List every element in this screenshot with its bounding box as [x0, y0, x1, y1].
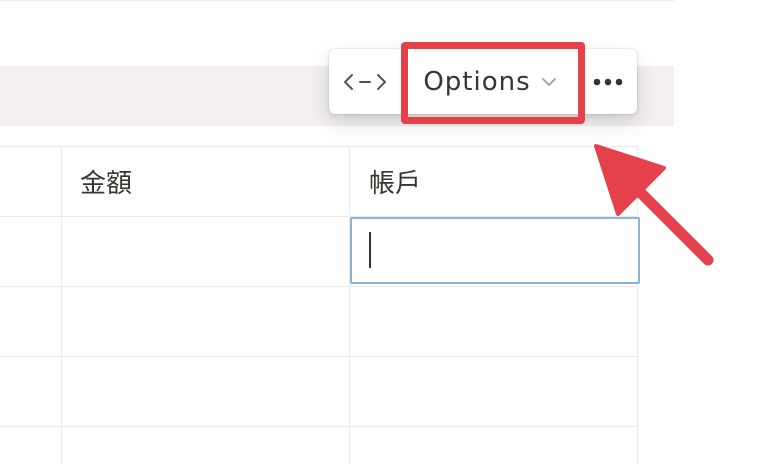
table-toolbar: Options	[329, 49, 637, 114]
options-button-content: Options	[423, 67, 556, 97]
options-label: Options	[423, 66, 531, 97]
arrows-horizontal-icon	[344, 73, 386, 90]
table-cell-account[interactable]	[350, 427, 637, 464]
active-account-cell-input[interactable]	[350, 217, 640, 284]
column-width-button[interactable]	[329, 49, 401, 114]
table-cell-account[interactable]	[350, 287, 637, 356]
more-horizontal-icon	[593, 78, 623, 85]
database-table: 金額 帳戶	[0, 146, 638, 464]
more-options-button[interactable]	[579, 49, 637, 114]
column-header-account[interactable]: 帳戶	[369, 146, 629, 216]
table-cell-amount[interactable]	[62, 427, 349, 464]
top-divider	[0, 0, 674, 1]
table-column-divider	[637, 146, 638, 464]
table-cell-amount[interactable]	[62, 217, 349, 286]
table-cell-account[interactable]	[350, 357, 637, 426]
table-cell[interactable]	[0, 427, 61, 464]
table-cell-amount[interactable]	[62, 357, 349, 426]
table-cell[interactable]	[0, 357, 61, 426]
column-header-first[interactable]	[0, 146, 61, 216]
column-header-amount[interactable]: 金額	[80, 146, 340, 216]
options-button[interactable]: Options	[401, 49, 579, 114]
table-cell[interactable]	[0, 217, 61, 286]
chevron-down-icon	[541, 77, 556, 86]
table-cell-amount[interactable]	[62, 287, 349, 356]
table-cell[interactable]	[0, 287, 61, 356]
